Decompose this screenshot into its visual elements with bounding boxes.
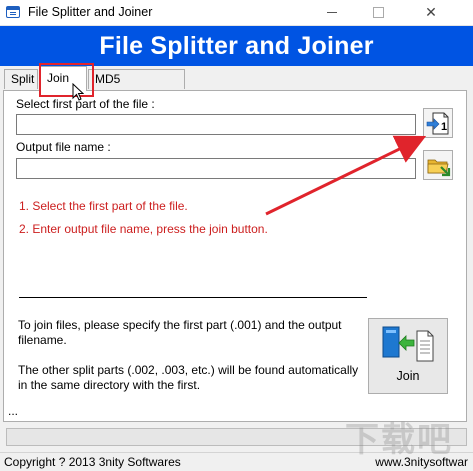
open-file-number-1-icon: 1 [426,112,449,135]
svg-text:1: 1 [441,121,447,133]
app-icon [6,6,20,18]
first-part-label: Select first part of the file : [16,97,155,111]
window-title: File Splitter and Joiner [28,5,153,19]
copyright-text: Copyright ? 2013 3nity Softwares [4,455,181,469]
minimize-button[interactable] [309,0,355,26]
title-bar: File Splitter and Joiner ✕ [0,0,473,26]
tab-split[interactable]: Split [4,69,38,89]
join-button[interactable]: Join [368,318,448,394]
save-folder-icon [427,159,451,177]
status-dots: ... [8,404,19,418]
svg-text:下载吧: 下载吧 [345,420,453,459]
join-button-label: Join [396,369,420,383]
watermark: 下载吧 [345,415,455,469]
join-files-icon [382,326,434,362]
close-button[interactable]: ✕ [408,0,454,26]
instruction-step-1: 1. Select the first part of the file. [19,199,188,213]
separator-line [19,297,367,298]
instruction-step-2: 2. Enter output file name, press the joi… [19,222,268,236]
output-file-label: Output file name : [16,140,111,154]
join-tab-highlight-box [39,63,94,97]
maximize-button[interactable] [355,0,401,26]
watermark-logo: 下载吧 [345,420,453,460]
browse-first-part-button[interactable]: 1 [423,108,453,138]
output-file-input[interactable] [16,158,416,179]
mouse-cursor-icon [72,83,84,101]
first-part-input[interactable] [16,114,416,135]
browse-output-button[interactable] [423,150,453,180]
join-panel: Select first part of the file : 1 Output… [3,90,467,422]
app-banner: File Splitter and Joiner [0,26,473,66]
join-description-2: The other split parts (.002, .003, etc.)… [18,363,359,392]
join-description-1: To join files, please specify the first … [18,318,342,347]
tab-md5-checksum[interactable]: MD5 Checksum [88,69,185,105]
